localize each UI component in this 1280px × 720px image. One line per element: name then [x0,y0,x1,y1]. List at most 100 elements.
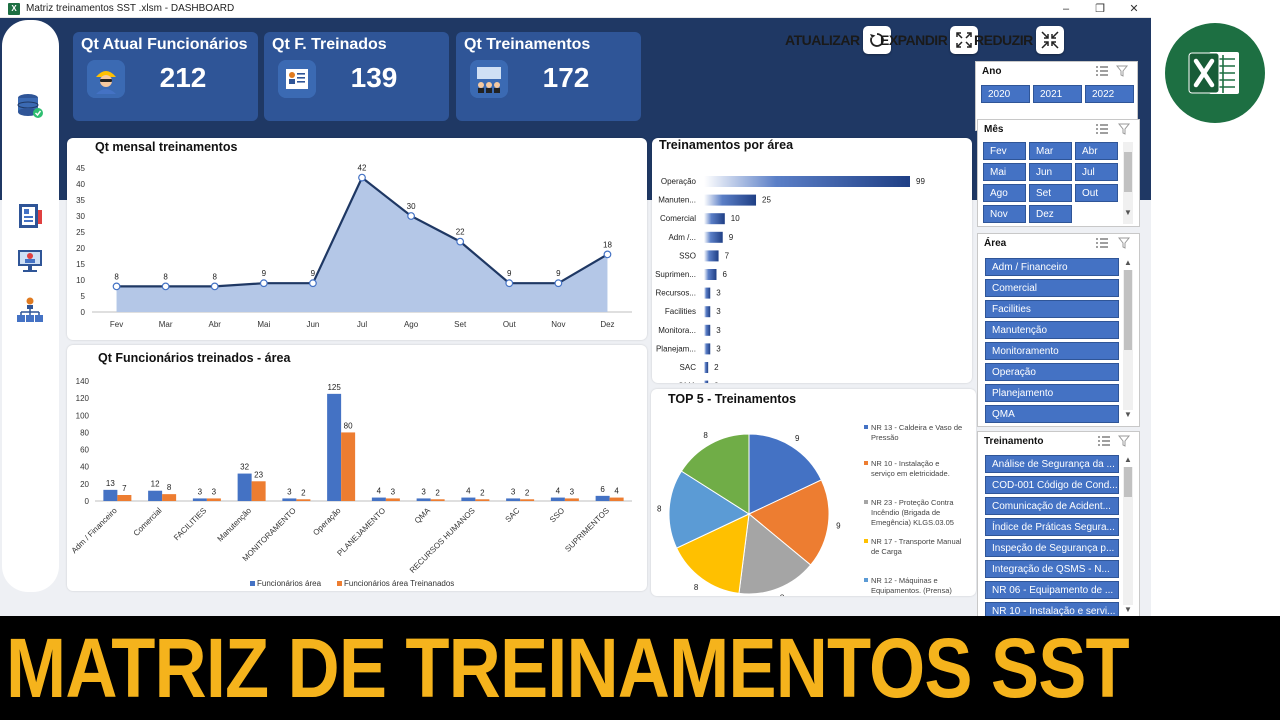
data-label: 2 [714,382,719,383]
data-label: 4 [377,487,382,496]
slicer-item-treinamento[interactable]: NR 06 - Equipamento de ... [985,581,1119,599]
slicer-item-2022[interactable]: 2022 [1085,85,1134,103]
data-label: 4 [466,487,471,496]
presentation-icon[interactable] [16,246,44,274]
slicer-item-dez[interactable]: Dez [1029,205,1072,223]
bar [704,306,711,318]
y-tick-label: 30 [76,212,85,221]
data-label: 3 [421,487,426,496]
close-button[interactable]: ✕ [1117,0,1151,18]
refresh-label: ATUALIZAR [785,32,860,48]
bar [103,489,118,501]
slicer-item-set[interactable]: Set [1029,184,1072,202]
x-tick-label: Dez [600,320,614,329]
scroll-up-icon[interactable]: ▲ [1123,258,1133,267]
legend-label: Funcionários área Treinanados [344,579,454,588]
data-label: 2 [435,488,440,497]
data-label: 8 [213,272,218,281]
slicer-scrollbar[interactable] [1123,270,1133,410]
bar [704,250,719,262]
chart-title: Qt Funcionários treinados - área [98,351,291,365]
kpi-title: Qt Treinamentos [464,36,591,53]
data-label: 12 [151,480,160,489]
slicer-item-treinamento[interactable]: Integração de QSMS - N... [985,560,1119,578]
data-label: 8 [694,583,699,592]
slicer-item-area[interactable]: QMA [985,405,1119,423]
collapse-button[interactable]: REDUZIR [974,26,1064,54]
collapse-label: REDUZIR [974,32,1033,48]
slicer-item-fev[interactable]: Fev [983,142,1026,160]
category-label: Facilities [665,307,696,316]
expand-button[interactable]: EXPANDIR [880,26,979,54]
slicer-item-treinamento[interactable]: Análise de Segurança da ... [985,455,1119,473]
bar [704,324,711,336]
clear-filter-icon[interactable] [1116,65,1130,77]
scroll-down-icon[interactable]: ▼ [1123,605,1133,614]
data-label: 3 [212,487,217,496]
database-icon[interactable] [16,92,44,120]
slicer-scrollbar[interactable] [1123,467,1133,605]
slicer-item-mar[interactable]: Mar [1029,142,1072,160]
slicer-item-2020[interactable]: 2020 [981,85,1030,103]
slicer-item-jun[interactable]: Jun [1029,163,1072,181]
slicer-item-mai[interactable]: Mai [983,163,1026,181]
category-label: Suprimen... [655,270,696,279]
slicer-item-area[interactable]: Comercial [985,279,1119,297]
slicer-item-area[interactable]: Operação [985,363,1119,381]
org-chart-icon[interactable] [16,296,44,324]
refresh-button[interactable]: ATUALIZAR [785,26,891,54]
data-label: 25 [762,196,771,205]
multi-select-icon[interactable] [1095,237,1109,249]
collapse-icon [1035,26,1064,54]
excel-logo-icon [1188,52,1239,94]
multi-select-icon[interactable] [1095,65,1109,77]
slicer-item-area[interactable]: Adm / Financeiro [985,258,1119,276]
chart-title: Treinamentos por área [659,138,794,152]
window-titlebar: X Matriz treinamentos SST .xlsm - DASHBO… [0,0,1151,18]
y-tick-label: 120 [76,394,90,403]
category-label: Operação [661,177,697,186]
bar [704,194,757,206]
slicer-item-treinamento[interactable]: Comunicação de Acident... [985,497,1119,515]
bar [192,498,207,501]
category-label: Planejam... [656,344,696,353]
clear-filter-icon[interactable] [1118,237,1132,249]
slicer-item-treinamento[interactable]: COD-001 Código de Cond... [985,476,1119,494]
multi-select-icon[interactable] [1097,435,1111,447]
window-title: Matriz treinamentos SST .xlsm - DASHBOAR… [26,3,235,14]
slicer-mes: Mês Fev Mar Abr Mai Jun Jul Ago Set Out … [977,119,1140,227]
scroll-down-icon[interactable]: ▼ [1123,208,1133,217]
slicer-item-out[interactable]: Out [1075,184,1118,202]
scroll-up-icon[interactable]: ▲ [1123,455,1133,464]
slicer-item-abr[interactable]: Abr [1075,142,1118,160]
data-label: 8 [114,272,119,281]
multi-select-icon[interactable] [1095,123,1109,135]
slicer-item-area[interactable]: Monitoramento [985,342,1119,360]
scroll-down-icon[interactable]: ▼ [1123,410,1133,419]
bar [296,499,311,501]
left-nav [2,20,59,592]
y-tick-label: 20 [80,480,89,489]
slicer-item-ago[interactable]: Ago [983,184,1026,202]
data-label: 7 [725,251,730,260]
slicer-item-area[interactable]: Planejamento [985,384,1119,402]
slicer-item-treinamento[interactable]: NR 10 - Instalação e servi... [985,602,1119,616]
slicer-item-treinamento[interactable]: Índice de Práticas Segura... [985,518,1119,536]
data-label: 99 [916,177,925,186]
clear-filter-icon[interactable] [1118,435,1132,447]
excel-logo [1165,23,1265,123]
report-icon[interactable] [16,202,44,230]
slicer-item-treinamento[interactable]: Inspeção de Segurança p... [985,539,1119,557]
bar [475,499,490,501]
slicer-item-area[interactable]: Manutenção [985,321,1119,339]
slicer-item-2021[interactable]: 2021 [1033,85,1082,103]
minimize-button[interactable]: – [1049,0,1083,18]
panel-monthly-trainings: Qt mensal treinamentos 0 5 10 15 20 25 30 35 40 4… [67,138,647,340]
clear-filter-icon[interactable] [1118,123,1132,135]
slicer-item-jul[interactable]: Jul [1075,163,1118,181]
kpi-value: 139 [350,62,398,93]
kpi-title: Qt Atual Funcionários [81,36,248,53]
slicer-item-area[interactable]: Facilities [985,300,1119,318]
slicer-item-nov[interactable]: Nov [983,205,1026,223]
restore-button[interactable]: ❐ [1083,0,1117,18]
